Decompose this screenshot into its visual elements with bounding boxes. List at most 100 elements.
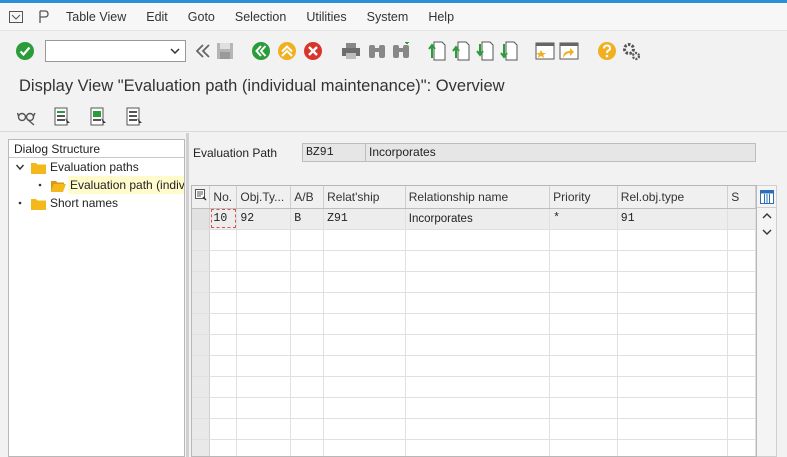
row-selector[interactable] [192, 292, 211, 314]
table-cell[interactable] [405, 271, 551, 293]
column-header-rel-obj-type[interactable]: Rel.obj.type [617, 186, 729, 209]
new-session-icon[interactable] [534, 40, 556, 62]
table-cell[interactable] [727, 418, 756, 440]
tree-node-label[interactable]: Evaluation paths [50, 158, 139, 176]
last-page-icon[interactable] [498, 40, 520, 62]
table-cell[interactable] [323, 313, 406, 335]
table-cell[interactable] [549, 397, 618, 419]
table-cell[interactable] [405, 397, 551, 419]
table-cell[interactable] [617, 418, 729, 440]
menu-utilities[interactable]: Utilities [296, 3, 356, 31]
table-cell[interactable] [405, 229, 551, 251]
row-selector[interactable] [192, 271, 211, 293]
table-cell[interactable] [290, 355, 325, 377]
table-cell[interactable] [617, 313, 729, 335]
column-header-ab[interactable]: A/B [290, 186, 325, 209]
table-cell[interactable] [617, 292, 729, 314]
table-cell[interactable] [549, 418, 618, 440]
menu-system[interactable]: System [357, 3, 419, 31]
column-header-obj-type[interactable]: Obj.Ty... [236, 186, 292, 209]
table-cell[interactable] [323, 418, 406, 440]
tree-node-label[interactable]: Short names [50, 194, 118, 212]
menu-edit[interactable]: Edit [136, 3, 178, 31]
cell-relationship[interactable]: Z91 [323, 208, 406, 230]
row-selector[interactable] [192, 208, 211, 230]
table-cell[interactable] [617, 376, 729, 398]
table-cell[interactable] [323, 355, 406, 377]
back-icon[interactable] [250, 40, 272, 62]
table-cell[interactable] [549, 292, 618, 314]
row-selector[interactable] [192, 334, 211, 356]
column-header-no[interactable]: No. [209, 186, 238, 209]
next-page-icon[interactable] [474, 40, 496, 62]
tree-node-evaluation-paths[interactable]: Evaluation paths [9, 158, 184, 176]
select-block-icon[interactable] [88, 106, 110, 128]
layout-menu-icon[interactable] [36, 9, 52, 25]
table-cell[interactable] [290, 418, 325, 440]
table-cell[interactable] [323, 250, 406, 272]
table-cell[interactable] [549, 334, 618, 356]
table-row-empty[interactable] [192, 418, 756, 440]
table-cell[interactable] [617, 334, 729, 356]
chevron-down-icon[interactable] [168, 44, 182, 58]
table-cell[interactable] [617, 355, 729, 377]
table-cell[interactable] [290, 271, 325, 293]
table-row-empty[interactable] [192, 229, 756, 251]
collapse-icon[interactable] [192, 40, 214, 62]
table-cell[interactable] [209, 250, 238, 272]
table-cell[interactable] [323, 439, 406, 456]
table-cell[interactable] [323, 376, 406, 398]
exit-icon[interactable] [276, 40, 298, 62]
table-cell[interactable] [209, 376, 238, 398]
table-cell[interactable] [405, 355, 551, 377]
table-cell[interactable] [290, 439, 325, 456]
table-row-empty[interactable] [192, 271, 756, 293]
table-cell[interactable] [549, 250, 618, 272]
table-cell[interactable] [549, 355, 618, 377]
table-cell[interactable] [727, 313, 756, 335]
table-cell[interactable] [209, 313, 238, 335]
table-cell[interactable] [236, 418, 292, 440]
table-cell[interactable] [290, 334, 325, 356]
command-input[interactable] [46, 41, 164, 61]
cell-relationship-name[interactable]: Incorporates [405, 208, 551, 230]
table-cell[interactable] [727, 439, 756, 456]
scroll-down-icon[interactable] [757, 224, 776, 240]
customize-layout-icon[interactable] [620, 40, 642, 62]
display-change-icon[interactable] [16, 106, 38, 128]
table-cell[interactable] [617, 250, 729, 272]
cell-s[interactable] [727, 208, 756, 230]
table-cell[interactable] [290, 229, 325, 251]
table-cell[interactable] [405, 250, 551, 272]
pane-splitter[interactable] [186, 133, 189, 457]
table-cell[interactable] [727, 250, 756, 272]
cell-no[interactable]: 10 [209, 208, 238, 230]
table-cell[interactable] [727, 355, 756, 377]
table-cell[interactable] [405, 313, 551, 335]
table-cell[interactable] [727, 292, 756, 314]
table-row-empty[interactable] [192, 439, 756, 456]
deselect-all-icon[interactable] [124, 106, 146, 128]
table-row-empty[interactable] [192, 250, 756, 272]
row-selector[interactable] [192, 229, 211, 251]
table-row-empty[interactable] [192, 376, 756, 398]
table-cell[interactable] [549, 271, 618, 293]
cell-rel-obj-type[interactable]: 91 [617, 208, 729, 230]
table-cell[interactable] [236, 355, 292, 377]
cell-obj-type[interactable]: 92 [236, 208, 292, 230]
column-config-icon[interactable] [757, 186, 776, 208]
find-next-icon[interactable] [390, 40, 412, 62]
table-cell[interactable] [209, 355, 238, 377]
table-cell[interactable] [727, 376, 756, 398]
table-cell[interactable] [323, 229, 406, 251]
table-cell[interactable] [236, 271, 292, 293]
table-cell[interactable] [236, 229, 292, 251]
enter-icon[interactable] [14, 40, 36, 62]
column-header-relationship-name[interactable]: Relationship name [405, 186, 551, 209]
table-cell[interactable] [727, 271, 756, 293]
table-cell[interactable] [209, 418, 238, 440]
create-shortcut-icon[interactable] [558, 40, 580, 62]
table-row[interactable]: 10 92 B Z91 Incorporates * 91 [192, 208, 756, 230]
menu-help[interactable]: Help [418, 3, 464, 31]
table-cell[interactable] [617, 229, 729, 251]
